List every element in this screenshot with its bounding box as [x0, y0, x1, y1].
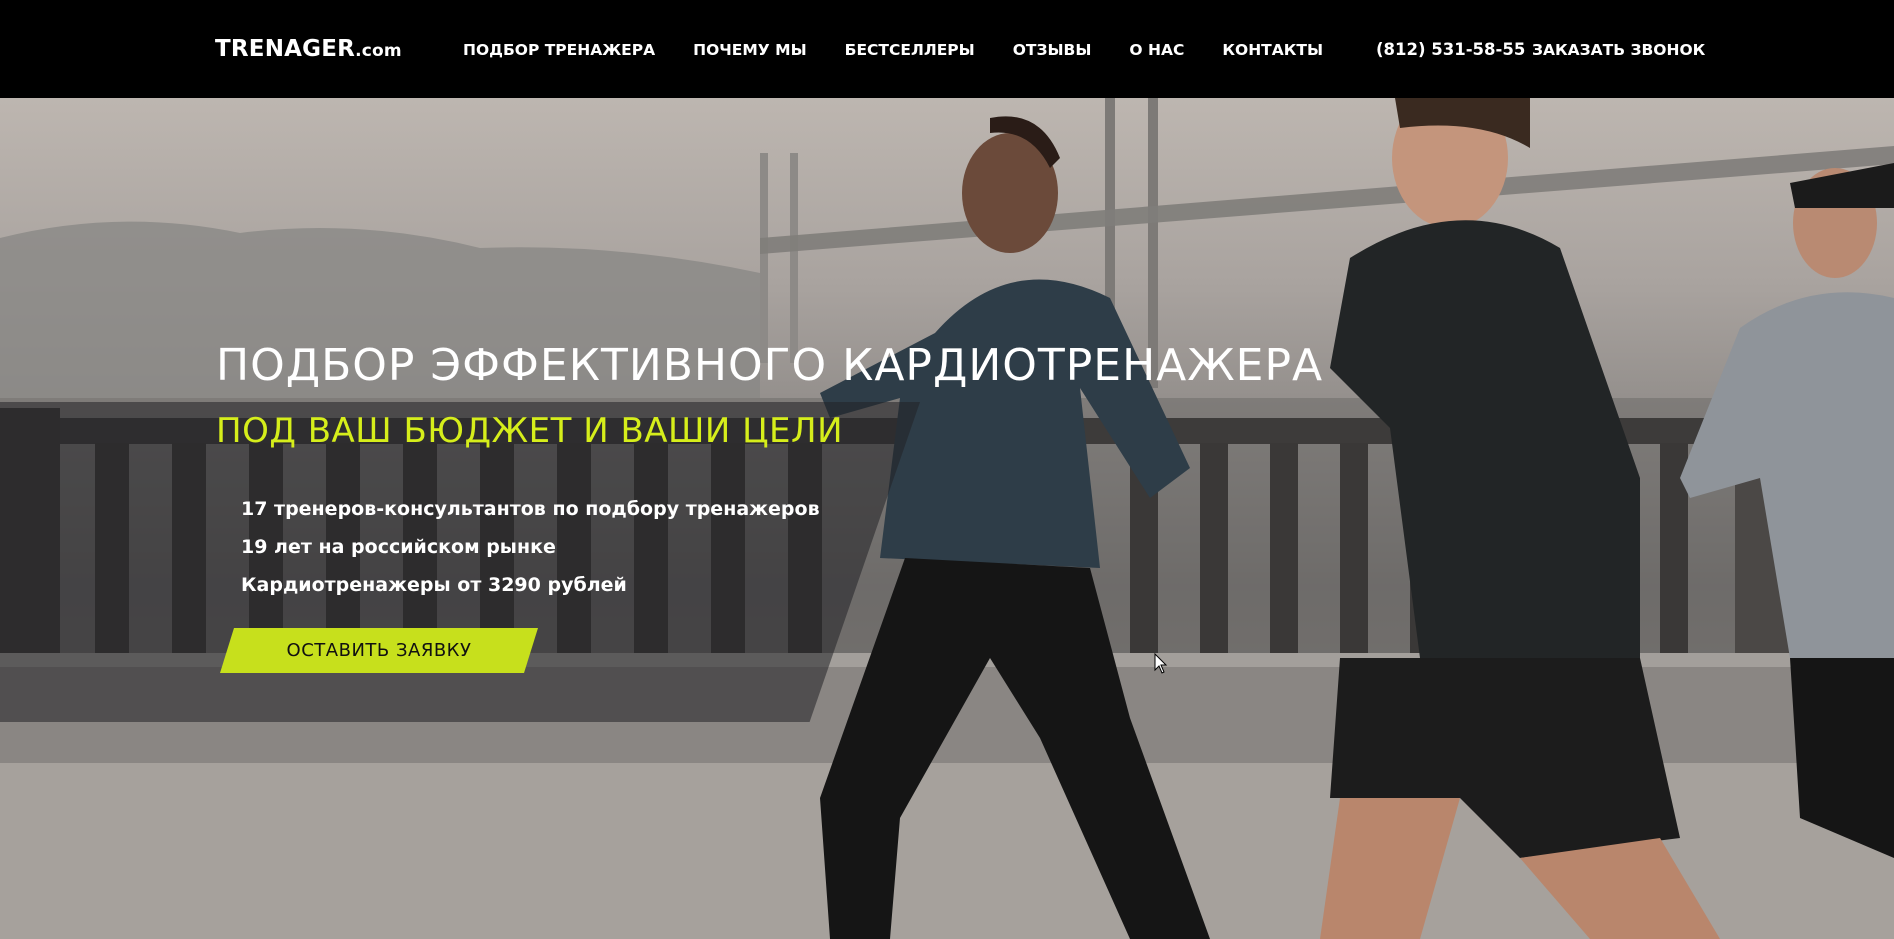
phone-link[interactable]: (812) 531-58-55	[1376, 40, 1525, 59]
logo-main-text: TRENAGER	[215, 36, 356, 62]
callback-link[interactable]: ЗАКАЗАТЬ ЗВОНОК	[1532, 41, 1705, 59]
mouse-cursor-icon	[1154, 653, 1168, 674]
hero-feature-list: 17 тренеров-консультантов по подбору тре…	[241, 490, 820, 604]
nav-item-about[interactable]: О НАС	[1129, 41, 1184, 59]
hero-title: ПОДБОР ЭФФЕКТИВНОГО КАРДИОТРЕНАЖЕРА	[216, 340, 1324, 391]
hero-section: ПОДБОР ЭФФЕКТИВНОГО КАРДИОТРЕНАЖЕРА ПОД …	[0, 98, 1894, 939]
leave-request-button[interactable]: ОСТАВИТЬ ЗАЯВКУ	[220, 628, 538, 673]
nav-item-why-us[interactable]: ПОЧЕМУ МЫ	[693, 41, 807, 59]
logo-domain-text: .com	[355, 41, 402, 61]
site-header: TRENAGER.com ПОДБОР ТРЕНАЖЕРА ПОЧЕМУ МЫ …	[0, 0, 1894, 98]
nav-item-contacts[interactable]: КОНТАКТЫ	[1222, 41, 1323, 59]
hero-subtitle: ПОД ВАШ БЮДЖЕТ И ВАШИ ЦЕЛИ	[216, 411, 844, 451]
feature-item: 19 лет на российском рынке	[241, 536, 556, 558]
nav-item-reviews[interactable]: ОТЗЫВЫ	[1013, 41, 1092, 59]
site-logo[interactable]: TRENAGER.com	[215, 36, 402, 62]
nav-item-trainer-selection[interactable]: ПОДБОР ТРЕНАЖЕРА	[463, 41, 655, 59]
nav-item-bestsellers[interactable]: БЕСТСЕЛЛЕРЫ	[845, 41, 975, 59]
feature-item: Кардиотренажеры от 3290 рублей	[241, 574, 627, 596]
main-nav: ПОДБОР ТРЕНАЖЕРА ПОЧЕМУ МЫ БЕСТСЕЛЛЕРЫ О…	[463, 41, 1361, 59]
feature-item: 17 тренеров-консультантов по подбору тре…	[241, 498, 820, 520]
